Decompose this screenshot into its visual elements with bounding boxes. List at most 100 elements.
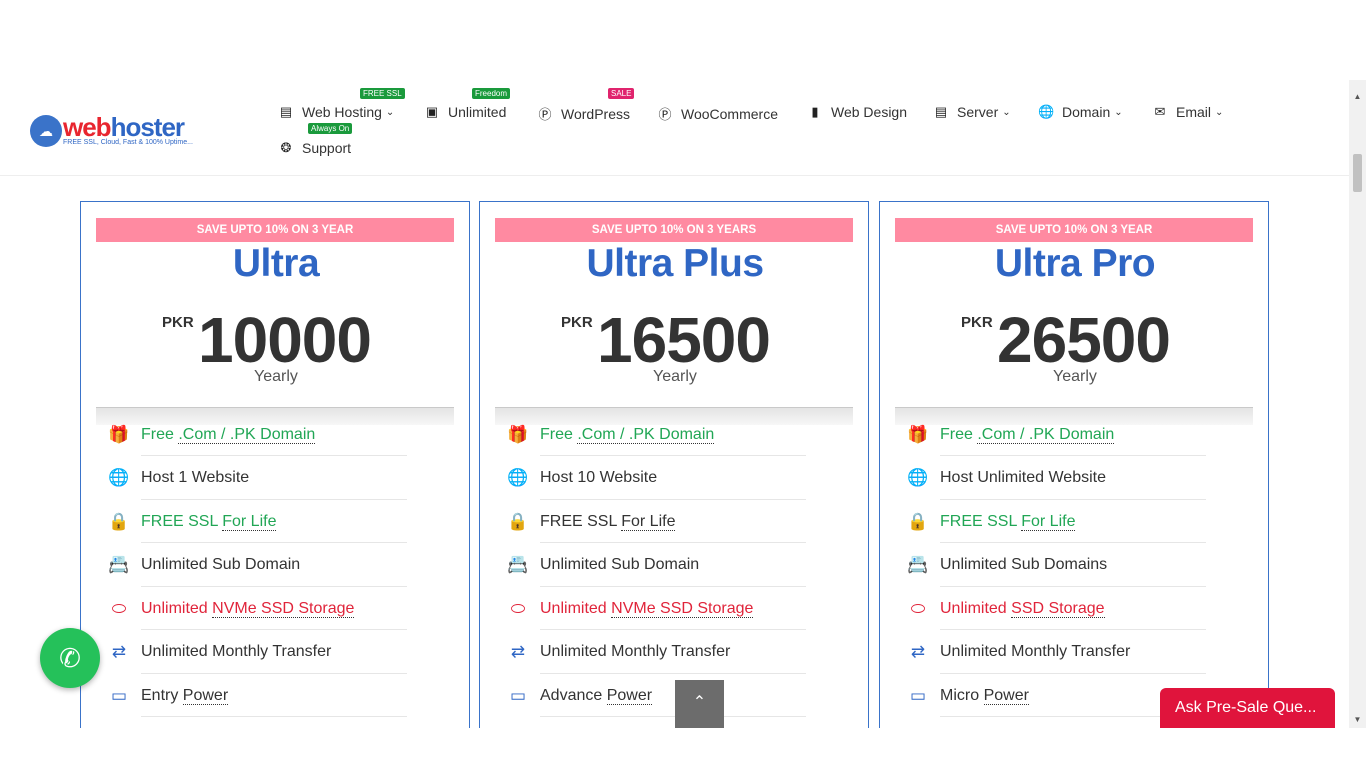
feature-text: Free .Com / .PK Domain <box>940 425 1115 444</box>
feature-link[interactable]: Power <box>606 686 653 705</box>
feature-label: Unlimited Monthly Transfer <box>141 643 332 660</box>
whatsapp-chat-button[interactable]: ✆ <box>40 628 100 688</box>
feature-text: FREE SSL For Life <box>141 512 277 531</box>
feature-text: Unlimited Monthly Transfer <box>141 643 331 661</box>
nav-domain[interactable]: 🌐 Domain ⌄ <box>1038 104 1123 120</box>
hdd-icon: ⬭ <box>510 598 526 618</box>
globe-icon: 🌐 <box>507 468 529 487</box>
feature-label: Free <box>940 425 978 443</box>
feature-link[interactable]: SSD Storage <box>1011 599 1105 618</box>
feature-separator <box>141 716 407 717</box>
feature-item: ⬭ Unlimited NVMe SSD Storage <box>506 587 806 630</box>
feature-text: Micro Power <box>940 686 1029 705</box>
nav-web-hosting[interactable]: ▤ Web Hosting ⌄ <box>278 104 394 120</box>
nav-label: Server <box>957 104 999 120</box>
lifering-icon: ❂ <box>280 140 292 155</box>
feature-item: ▭ Entry Power <box>107 674 407 717</box>
nav-server[interactable]: ▤ Server ⌄ <box>933 104 1011 120</box>
nav-email[interactable]: ✉ Email ⌄ <box>1152 104 1224 120</box>
feature-label: FREE SSL <box>141 512 223 530</box>
briefcase-icon: ▣ <box>425 104 439 119</box>
feature-label: FREE SSL <box>940 512 1022 530</box>
feature-label: Entry <box>141 686 183 704</box>
feature-link[interactable]: Power <box>182 686 229 705</box>
feature-link[interactable]: .Com / .PK Domain <box>178 425 316 444</box>
feature-item: 🎁 Free .Com / .PK Domain <box>906 413 1206 456</box>
price-currency: PKR <box>961 314 993 331</box>
feature-separator <box>540 716 806 717</box>
feature-label: FREE SSL <box>540 512 622 530</box>
server-icon: ▤ <box>934 104 948 119</box>
feature-link[interactable]: For Life <box>621 512 676 531</box>
feature-text: Free .Com / .PK Domain <box>141 425 316 444</box>
exchange-icon: ⇄ <box>510 642 526 661</box>
scroll-to-top-button[interactable]: ⌃ <box>675 680 724 728</box>
battery-icon: ▭ <box>110 685 128 705</box>
ask-presale-question-button[interactable]: Ask Pre-Sale Que... <box>1160 688 1335 728</box>
plan-price: 26500 <box>997 304 1171 376</box>
feature-link[interactable]: For Life <box>222 512 277 531</box>
lock-icon: 🔒 <box>108 511 130 531</box>
site-logo[interactable]: ☁ webhoster FREE SSL, Cloud, Fast & 100%… <box>30 112 210 148</box>
feature-item: ⇄ Unlimited Monthly Transfer <box>506 631 806 674</box>
plan-card: SAVE UPTO 10% ON 3 YEAR Ultra PKR 10000 … <box>80 201 470 728</box>
address-book-icon: 📇 <box>108 555 130 574</box>
feature-link[interactable]: .Com / .PK Domain <box>577 425 715 444</box>
discount-ribbon: SAVE UPTO 10% ON 3 YEARS <box>495 218 853 242</box>
badge-always-on: Always On <box>308 123 353 134</box>
nav-label: Web Hosting <box>302 104 382 120</box>
nav-woocommerce[interactable]: Ⓟ WooCommerce <box>657 104 778 123</box>
feature-label: Host 1 Website <box>141 469 250 486</box>
page-scrollbar[interactable]: ▲ ▼ <box>1349 80 1366 728</box>
nav-label: Email <box>1176 104 1212 120</box>
billing-period: Yearly <box>653 368 697 385</box>
feature-link[interactable]: .Com / .PK Domain <box>977 425 1115 444</box>
plan-name: Ultra Pro <box>994 242 1156 285</box>
feature-item: 📇 Unlimited Sub Domain <box>107 544 407 587</box>
feature-text: Unlimited Sub Domains <box>940 556 1107 574</box>
feature-link[interactable]: Power <box>983 686 1029 705</box>
gift-icon: 🎁 <box>108 424 130 444</box>
feature-text: Unlimited Monthly Transfer <box>540 643 730 661</box>
feature-item: ▭ Advance Power <box>506 674 806 717</box>
feature-link[interactable]: NVMe SSD Storage <box>611 599 754 618</box>
billing-period: Yearly <box>1053 368 1097 385</box>
address-book-icon: 📇 <box>507 555 529 574</box>
gift-icon: 🎁 <box>507 424 529 444</box>
scroll-down-arrow-icon[interactable]: ▼ <box>1349 711 1366 728</box>
price-currency: PKR <box>162 314 194 331</box>
billing-period: Yearly <box>254 368 298 385</box>
chevron-down-icon: ⌄ <box>1215 106 1224 118</box>
feature-label: Unlimited Sub Domain <box>540 556 700 573</box>
chevron-up-icon: ⌃ <box>692 694 707 711</box>
feature-label: Micro <box>940 686 984 704</box>
nav-wordpress[interactable]: Ⓟ WordPress <box>537 104 630 123</box>
feature-item: 🔒 FREE SSL For Life <box>906 500 1206 543</box>
feature-label: Host Unlimited Website <box>940 469 1106 486</box>
badge-free-ssl: FREE SSL <box>360 88 405 99</box>
feature-link[interactable]: NVMe SSD Storage <box>212 599 355 618</box>
nav-web-design[interactable]: ▮ Web Design <box>807 104 907 120</box>
nav-label: WordPress <box>561 105 630 122</box>
feature-text: Unlimited Monthly Transfer <box>940 643 1130 661</box>
feature-link[interactable]: For Life <box>1021 512 1076 531</box>
feature-label: Free <box>141 425 179 443</box>
scroll-up-arrow-icon[interactable]: ▲ <box>1349 88 1366 105</box>
gift-icon: 🎁 <box>907 424 929 444</box>
feature-text: Host Unlimited Website <box>940 469 1106 487</box>
discount-ribbon: SAVE UPTO 10% ON 3 YEAR <box>96 218 454 242</box>
feature-label: Advance <box>540 686 607 704</box>
feature-item: ⬭ Unlimited SSD Storage <box>906 587 1206 630</box>
nav-unlimited[interactable]: ▣ Unlimited <box>424 104 507 120</box>
nav-label: Unlimited <box>448 104 507 120</box>
feature-item: ⇄ Unlimited Monthly Transfer <box>107 631 407 674</box>
feature-label: Free <box>540 425 578 443</box>
feature-text: Unlimited NVMe SSD Storage <box>540 599 754 618</box>
scrollbar-thumb[interactable] <box>1353 154 1362 192</box>
nav-support[interactable]: ❂ Support <box>278 140 352 156</box>
logo-tagline: FREE SSL, Cloud, Fast & 100% Uptime... <box>63 139 193 146</box>
feature-label: Unlimited <box>141 599 213 617</box>
wordpress-icon: Ⓟ <box>658 107 672 122</box>
globe-icon: 🌐 <box>108 468 130 487</box>
chevron-down-icon: ⌄ <box>1002 106 1011 118</box>
